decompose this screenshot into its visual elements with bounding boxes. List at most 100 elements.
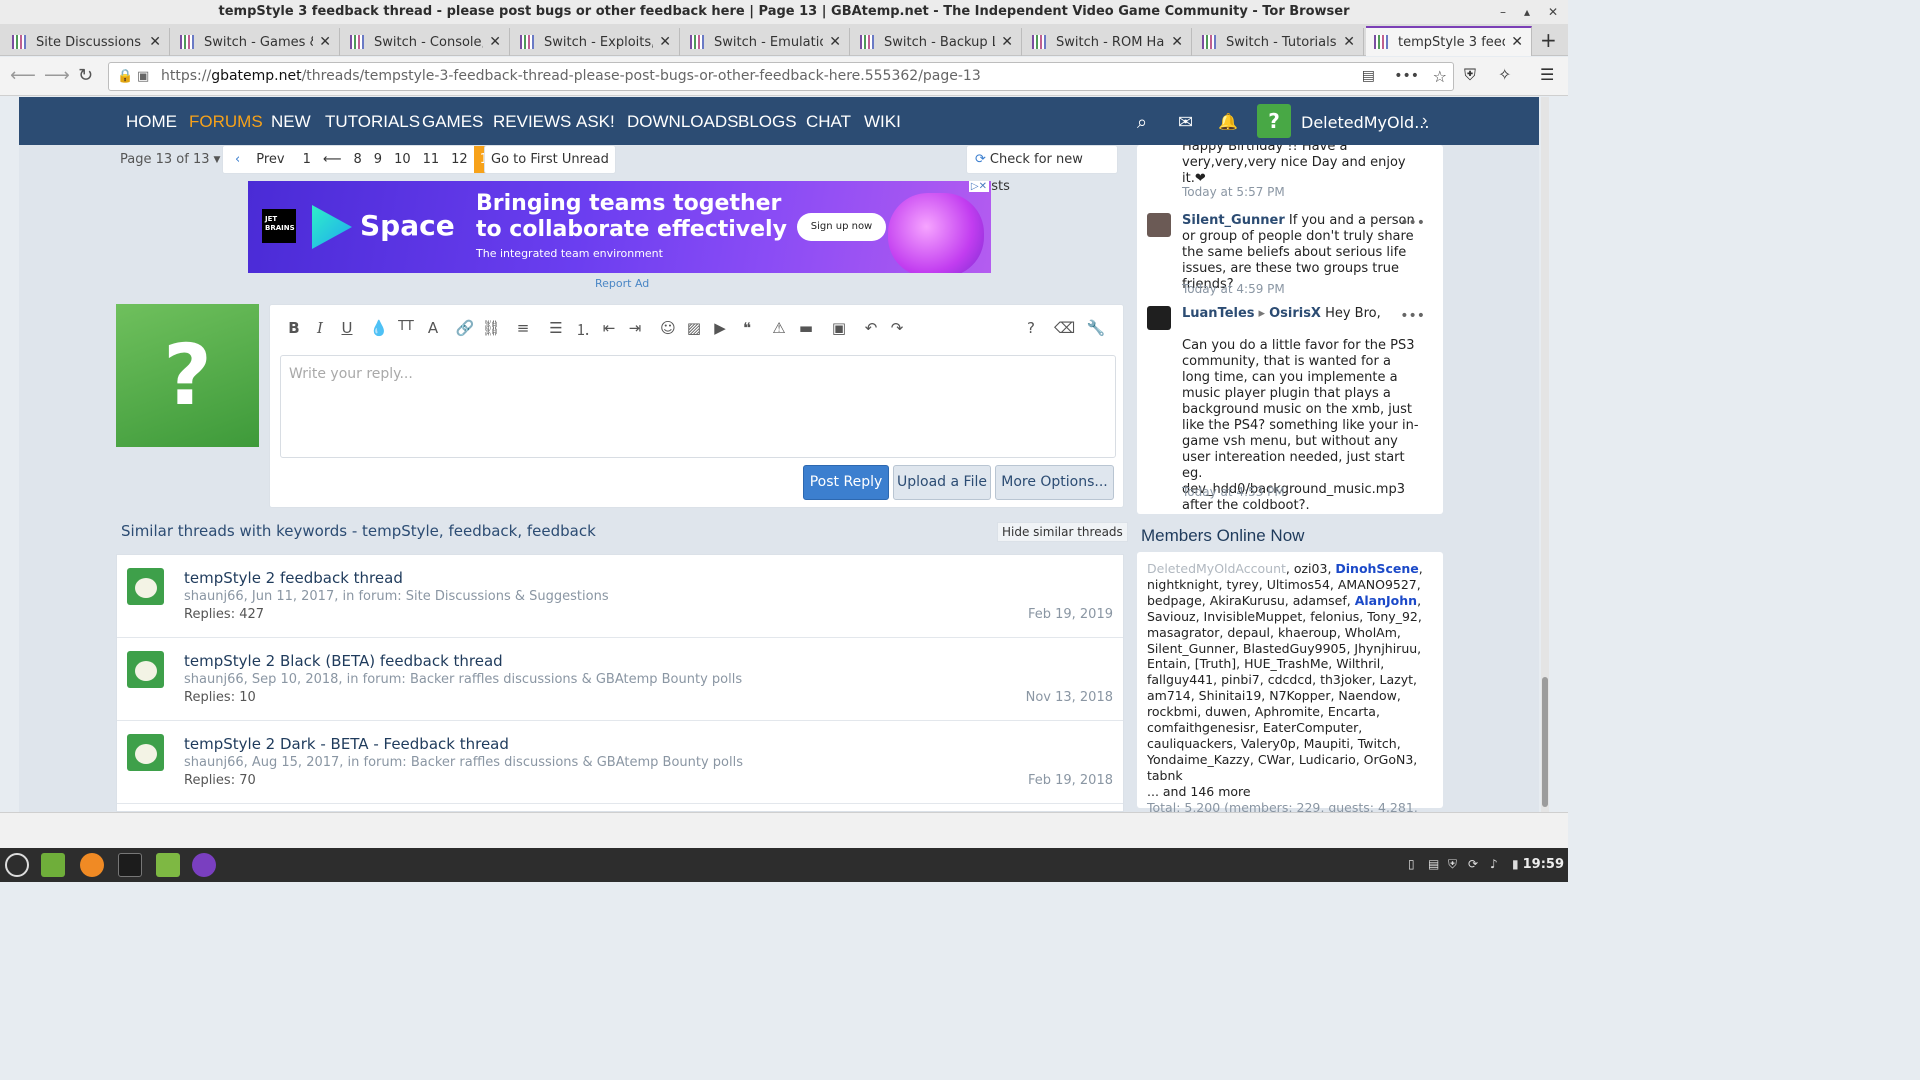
tab-site-discussions[interactable]: Site Discussions ✕ — [4, 28, 170, 56]
mint-menu-icon[interactable] — [5, 853, 29, 877]
bold-icon[interactable]: B — [284, 319, 304, 337]
align-icon[interactable]: ≡ — [513, 319, 533, 337]
check-new-posts-button[interactable]: ⟳ Check for new posts — [966, 145, 1118, 194]
shout-avatar[interactable] — [1147, 213, 1171, 237]
font-size-icon[interactable]: TT — [396, 319, 416, 334]
search-icon[interactable]: ⌕ — [1137, 112, 1147, 133]
tab-switch-exploits[interactable]: Switch - Exploits, ✕ — [512, 28, 680, 56]
page-10[interactable]: 10 — [388, 146, 417, 173]
indent-icon[interactable]: ⇥ — [625, 319, 645, 337]
link-icon[interactable]: 🔗 — [455, 319, 475, 337]
tab-tempstyle-active[interactable]: tempStyle 3 feedb✕ — [1366, 26, 1532, 56]
shout-author[interactable]: LuanTeles — [1182, 306, 1255, 321]
more-members-link[interactable]: ... and 146 more — [1147, 784, 1433, 800]
tab-switch-backup[interactable]: Switch - Backup L ✕ — [852, 28, 1022, 56]
nav-ask[interactable]: ASK! — [576, 112, 615, 132]
nav-downloads[interactable]: DOWNLOADS — [627, 112, 738, 132]
hide-similar-threads-button[interactable]: Hide similar threads — [997, 522, 1128, 542]
reload-icon[interactable]: ↻ — [78, 65, 93, 86]
font-family-icon[interactable]: A — [423, 319, 443, 337]
nav-reviews[interactable]: REVIEWS — [493, 112, 571, 132]
tab-switch-console[interactable]: Switch - Console, ✕ — [342, 28, 510, 56]
page-9[interactable]: 9 — [368, 146, 388, 173]
terminal-icon[interactable] — [118, 853, 142, 877]
member-highlight[interactable]: DinohScene — [1335, 561, 1418, 576]
tab-switch-tutorials[interactable]: Switch - Tutorials ✕ — [1194, 28, 1364, 56]
volume-icon[interactable]: ♪ — [1490, 857, 1498, 871]
show-desktop-icon[interactable] — [41, 853, 65, 877]
member-list[interactable]: , ozi03, — [1286, 561, 1335, 576]
shield-tray-icon[interactable]: ⛨ — [1448, 857, 1457, 872]
member-list[interactable]: , Saviouz, InvisibleMuppet, felonius, To… — [1147, 593, 1422, 783]
files-folder-icon[interactable] — [156, 853, 180, 877]
bullet-list-icon[interactable]: ☰ — [546, 319, 566, 337]
clipboard-icon[interactable]: ▤ — [1428, 857, 1439, 871]
firefox-icon[interactable] — [80, 853, 104, 877]
new-tab-icon[interactable]: + — [1540, 28, 1557, 52]
help-icon[interactable]: ? — [1021, 319, 1041, 337]
page-8[interactable]: 8 — [348, 146, 368, 173]
shout-options-icon[interactable]: ••• — [1400, 308, 1425, 324]
nav-forums[interactable]: FORUMS — [189, 112, 263, 132]
bell-icon[interactable]: 🔔 — [1218, 112, 1238, 132]
tab-close-icon[interactable]: ✕ — [489, 34, 501, 50]
ad-close-icon[interactable]: ▷✕ — [968, 181, 989, 192]
thread-author-avatar[interactable] — [127, 734, 164, 771]
image-icon[interactable]: ▨ — [684, 319, 704, 337]
unlink-icon[interactable]: ⛓ — [481, 319, 501, 337]
tab-close-icon[interactable]: ✕ — [319, 34, 331, 50]
page-1[interactable]: 1 — [297, 146, 317, 173]
chevron-right-icon[interactable]: › — [1422, 112, 1427, 130]
tab-switch-emulation[interactable]: Switch - Emulation✕ — [682, 28, 850, 56]
color-drop-icon[interactable]: 💧 — [369, 319, 389, 337]
warning-icon[interactable]: ⚠ — [769, 319, 789, 337]
eraser-icon[interactable]: ⌫ — [1054, 319, 1075, 337]
page-indicator[interactable]: Page 13 of 13 ▼ — [120, 146, 220, 173]
shout-author[interactable]: Silent_Gunner — [1182, 213, 1285, 228]
similar-thread-row[interactable]: tempStyle 2 feedback thread shaunj66, Ju… — [117, 555, 1123, 638]
thread-title[interactable]: tempStyle 2 feedback thread — [184, 569, 403, 587]
shout-options-icon[interactable]: ••• — [1400, 215, 1425, 231]
page-jump-back[interactable]: ⟵ — [317, 146, 348, 173]
forward-arrow-icon[interactable]: ⟶ — [44, 65, 70, 86]
thread-author-avatar[interactable] — [127, 568, 164, 605]
nav-wiki[interactable]: WIKI — [864, 112, 901, 132]
page-12[interactable]: 12 — [445, 146, 474, 173]
nav-home[interactable]: HOME — [126, 112, 177, 132]
outdent-icon[interactable]: ⇤ — [599, 319, 619, 337]
tab-switch-games[interactable]: Switch - Games & ✕ — [172, 28, 340, 56]
similar-thread-row[interactable]: tempStyle 2 Black (BETA) feedback thread… — [117, 638, 1123, 721]
reader-view-icon[interactable]: ▤ — [1362, 63, 1375, 90]
battery-icon[interactable]: ▮ — [1512, 857, 1519, 871]
thread-title[interactable]: tempStyle 2 Dark - BETA - Feedback threa… — [184, 735, 509, 753]
nav-blogs[interactable]: BLOGS — [738, 112, 797, 132]
hamburger-menu-icon[interactable]: ☰ — [1540, 65, 1554, 84]
undo-icon[interactable]: ↶ — [861, 319, 881, 337]
underline-icon[interactable]: U — [337, 319, 357, 337]
thread-title[interactable]: tempStyle 2 Black (BETA) feedback thread — [184, 652, 503, 670]
nav-new[interactable]: NEW — [271, 112, 311, 132]
user-avatar[interactable]: ? — [1257, 104, 1291, 138]
member-highlight[interactable]: AlanJohn — [1355, 593, 1417, 608]
more-options-button[interactable]: More Options... — [995, 465, 1114, 500]
maximize-icon[interactable]: ▴ — [1524, 0, 1530, 24]
quote-bubble-icon[interactable]: ❝ — [737, 319, 757, 337]
italic-icon[interactable]: I — [310, 319, 330, 337]
prev-button[interactable]: ‹ Prev — [223, 146, 297, 173]
tor-circuit-icon[interactable]: ✧ — [1498, 65, 1511, 84]
tab-close-icon[interactable]: ✕ — [149, 34, 161, 50]
bookmark-star-icon[interactable]: ☆ — [1433, 63, 1447, 90]
tab-switch-rom-hacks[interactable]: Switch - ROM Ha ✕ — [1024, 28, 1192, 56]
folder-icon[interactable]: ▬ — [796, 319, 816, 337]
ad-signup-button[interactable]: Sign up now — [797, 213, 886, 241]
page-11[interactable]: 11 — [417, 146, 446, 173]
go-to-first-unread-button[interactable]: Go to First Unread — [484, 145, 616, 174]
scrollbar-thumb[interactable] — [1542, 677, 1548, 807]
nav-chat[interactable]: CHAT — [806, 112, 851, 132]
report-ad-link[interactable]: Report Ad — [595, 277, 649, 290]
save-draft-icon[interactable]: ▣ — [829, 319, 849, 337]
thread-author-avatar[interactable] — [127, 651, 164, 688]
similar-thread-row[interactable]: tempStyle 2 Dark - BETA - Feedback threa… — [117, 721, 1123, 804]
video-icon[interactable]: ▶ — [710, 319, 730, 337]
reply-textarea[interactable]: Write your reply... — [280, 355, 1116, 458]
